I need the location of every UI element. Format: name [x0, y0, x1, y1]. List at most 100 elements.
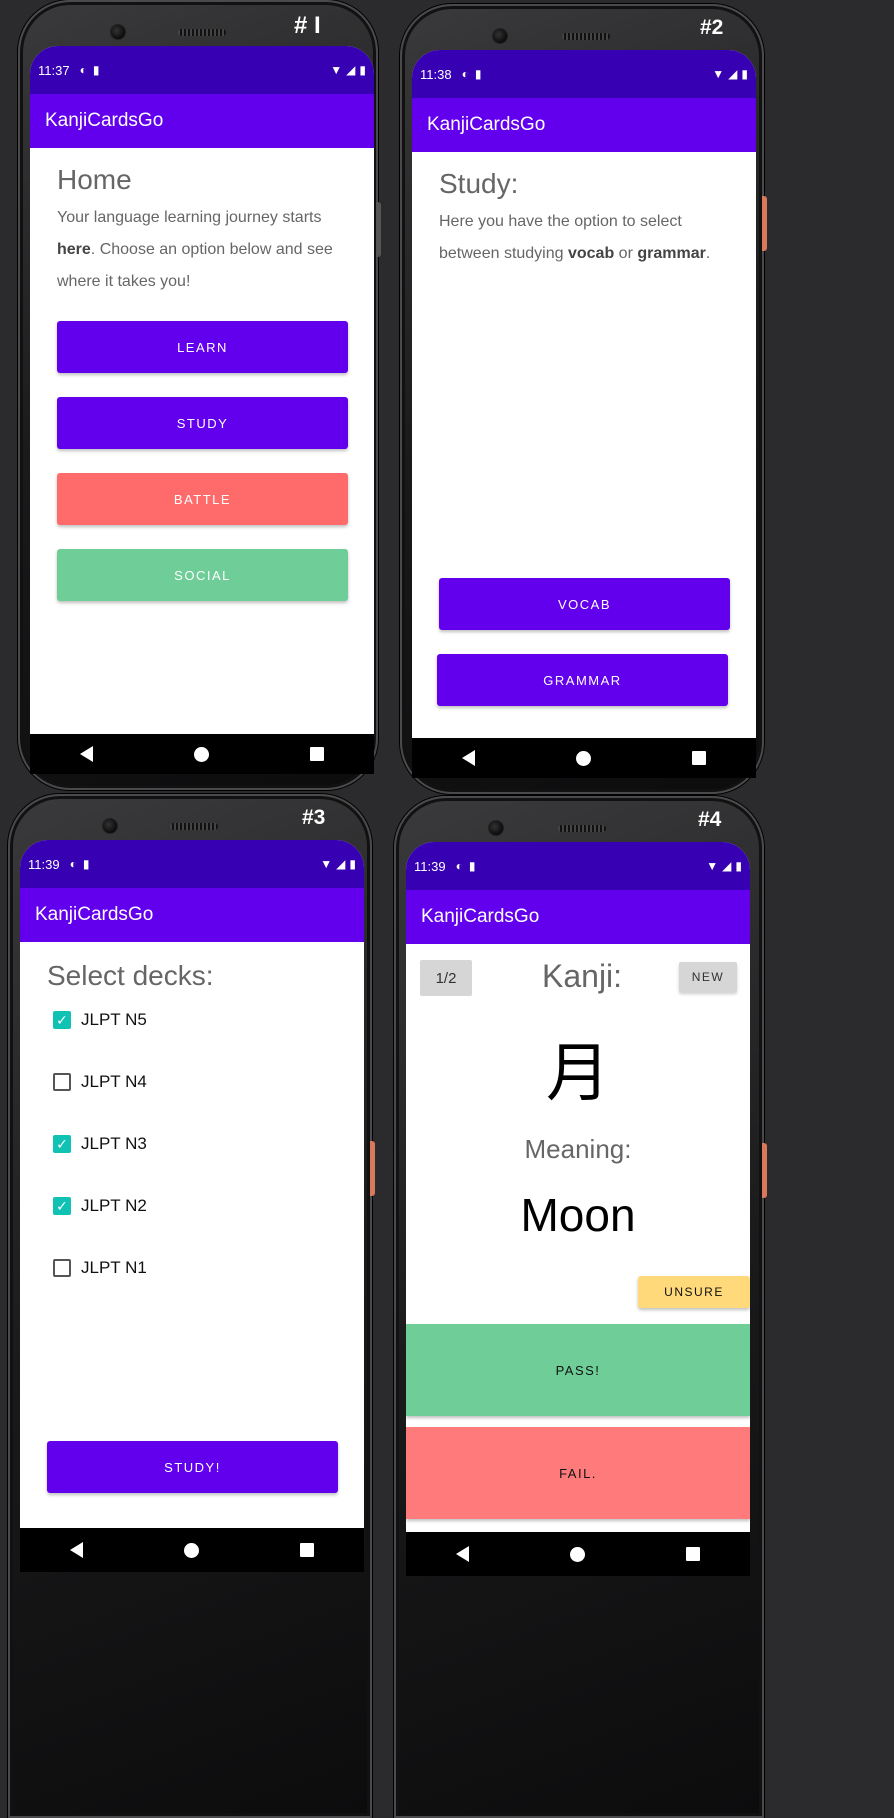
navigation-bar — [406, 1532, 750, 1576]
deck-label: JLPT N3 — [81, 1134, 147, 1153]
side-button — [376, 202, 381, 257]
card-counter: 1/2 — [420, 960, 472, 996]
status-bar: 11:39 ◐ ▮ ▼ ◢ ▮ — [406, 842, 750, 890]
deck-label: JLPT N1 — [81, 1258, 147, 1277]
front-camera-icon — [492, 28, 508, 44]
page-title: Select decks: — [47, 960, 214, 991]
app-bar-title: KanjiCardsGo — [412, 98, 756, 152]
home-icon[interactable] — [569, 1546, 585, 1562]
study-description: Here you have the option to select betwe… — [439, 206, 739, 270]
learn-button[interactable]: LEARN — [57, 321, 348, 373]
back-icon[interactable] — [70, 1542, 84, 1558]
phone-frame-1: # I 11:37 ◐ ▮ ▼ ◢ ▮ KanjiCardsGo Home Yo… — [18, 0, 381, 790]
status-time: 11:39 — [414, 858, 446, 874]
side-button — [762, 196, 767, 251]
battery-icon: ▮ — [741, 67, 748, 81]
battery-icon: ▮ — [349, 857, 356, 871]
wifi-icon: ▼ — [320, 857, 333, 871]
deck-checkbox-row[interactable]: ✓ JLPT N5 — [53, 1010, 147, 1030]
status-time: 11:37 — [38, 62, 70, 78]
battle-button[interactable]: BATTLE — [57, 473, 348, 525]
study-button[interactable]: STUDY! — [47, 1441, 338, 1493]
study-description-mid: or — [614, 245, 638, 262]
navigation-bar — [412, 738, 756, 778]
screenshot-label: #4 — [698, 808, 722, 831]
kanji-character: 月 — [546, 1037, 610, 1111]
vocab-bold: vocab — [567, 245, 615, 262]
checkbox-unchecked[interactable] — [53, 1259, 71, 1277]
home-icon[interactable] — [183, 1542, 199, 1558]
phone-frame-2: #2 11:38 ◐ ▮ ▼ ◢ ▮ KanjiCardsGo Study: H… — [400, 4, 767, 794]
social-button[interactable]: SOCIAL — [57, 549, 348, 601]
data-saver-icon: ◐ — [455, 859, 463, 873]
deck-checkbox-row[interactable]: JLPT N4 — [53, 1072, 147, 1092]
data-saver-icon: ◐ — [79, 63, 87, 77]
signal-icon: ◢ — [336, 857, 346, 871]
speaker-grille — [562, 33, 610, 40]
battery-icon: ▮ — [359, 63, 366, 77]
deck-label: JLPT N4 — [81, 1072, 147, 1091]
intro-text: Your language learning journey starts he… — [57, 202, 352, 298]
data-saver-icon: ◐ — [461, 67, 469, 81]
checkbox-unchecked[interactable] — [53, 1073, 71, 1091]
phone-bezel: #2 — [402, 6, 762, 56]
meaning-label: Meaning: — [524, 1134, 632, 1164]
sd-card-icon: ▮ — [474, 67, 482, 81]
new-button[interactable]: NEW — [679, 962, 737, 992]
deck-label: JLPT N2 — [81, 1196, 147, 1215]
wifi-icon: ▼ — [712, 67, 725, 81]
home-icon[interactable] — [575, 750, 591, 766]
navigation-bar — [20, 1528, 364, 1572]
wifi-icon: ▼ — [330, 63, 343, 77]
grammar-button[interactable]: GRAMMAR — [437, 654, 728, 706]
sd-card-icon: ▮ — [468, 859, 476, 873]
speaker-grille — [558, 825, 606, 832]
kanji-label: Kanji: — [542, 958, 623, 994]
screen: 11:37 ◐ ▮ ▼ ◢ ▮ KanjiCardsGo Home Your l… — [30, 46, 374, 734]
app-bar-title: KanjiCardsGo — [30, 94, 374, 148]
back-icon[interactable] — [80, 746, 94, 762]
page-title: Home — [57, 164, 132, 195]
status-time: 11:39 — [28, 856, 60, 872]
wifi-icon: ▼ — [706, 859, 719, 873]
deck-label: JLPT N5 — [81, 1010, 147, 1029]
pass-button[interactable]: PASS! — [406, 1324, 750, 1416]
recent-apps-icon[interactable] — [685, 1547, 700, 1561]
sd-card-icon: ▮ — [82, 857, 90, 871]
phone-frame-4: #4 11:39 ◐ ▮ ▼ ◢ ▮ KanjiCardsGo 1/2 Kanj… — [394, 796, 767, 1818]
unsure-button[interactable]: UNSURE — [638, 1276, 750, 1308]
front-camera-icon — [110, 24, 126, 40]
deck-checkbox-row[interactable]: JLPT N1 — [53, 1258, 147, 1278]
status-bar: 11:38 ◐ ▮ ▼ ◢ ▮ — [412, 50, 756, 98]
back-icon[interactable] — [462, 750, 476, 766]
recent-apps-icon[interactable] — [299, 1543, 314, 1557]
checkbox-checked[interactable]: ✓ — [53, 1135, 71, 1153]
study-description-post: . — [705, 245, 711, 262]
status-bar: 11:39 ◐ ▮ ▼ ◢ ▮ — [20, 840, 364, 888]
app-bar-title: KanjiCardsGo — [20, 888, 364, 942]
back-icon[interactable] — [456, 1546, 470, 1562]
screenshot-label: # I — [294, 12, 321, 39]
fail-button[interactable]: FAIL. — [406, 1427, 750, 1519]
side-button — [762, 1143, 767, 1198]
navigation-bar — [30, 734, 374, 774]
recent-apps-icon[interactable] — [691, 751, 706, 765]
speaker-grille — [170, 823, 218, 830]
home-icon[interactable] — [193, 746, 209, 762]
phone-bezel: # I — [20, 2, 376, 52]
recent-apps-icon[interactable] — [309, 747, 324, 761]
status-time: 11:38 — [420, 66, 452, 82]
deck-checkbox-row[interactable]: ✓ JLPT N3 — [53, 1134, 147, 1154]
deck-checkbox-row[interactable]: ✓ JLPT N2 — [53, 1196, 147, 1216]
status-bar: 11:37 ◐ ▮ ▼ ◢ ▮ — [30, 46, 374, 94]
side-button — [370, 1141, 375, 1196]
front-camera-icon — [488, 820, 504, 836]
screen: 11:39 ◐ ▮ ▼ ◢ ▮ KanjiCardsGo Select deck… — [20, 840, 364, 1528]
screen: 11:39 ◐ ▮ ▼ ◢ ▮ KanjiCardsGo 1/2 Kanji: … — [406, 842, 750, 1532]
screenshot-label: #3 — [302, 806, 326, 829]
vocab-button[interactable]: VOCAB — [439, 578, 730, 630]
study-button[interactable]: STUDY — [57, 397, 348, 449]
checkbox-checked[interactable]: ✓ — [53, 1011, 71, 1029]
phone-bezel: #3 — [10, 796, 370, 846]
checkbox-checked[interactable]: ✓ — [53, 1197, 71, 1215]
